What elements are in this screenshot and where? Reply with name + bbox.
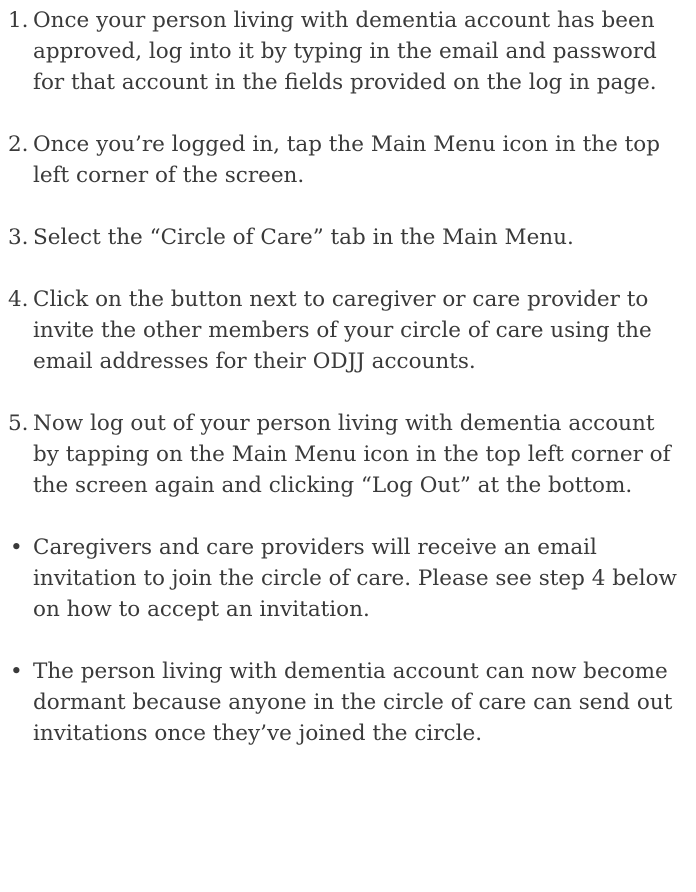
step-2: 2. Once you’re logged in, tap the Main M… [8, 129, 684, 191]
step-number: 4. [8, 287, 29, 312]
step-number: 5. [8, 411, 29, 436]
bullet-marker: • [10, 659, 23, 684]
step-text: Click on the button next to caregiver or… [33, 287, 652, 374]
step-number: 1. [8, 8, 29, 33]
step-number: 3. [8, 225, 29, 250]
step-number: 2. [8, 132, 29, 157]
step-1: 1. Once your person living with dementia… [8, 5, 684, 98]
bullet-marker: • [10, 535, 23, 560]
note-text: Caregivers and care providers will recei… [33, 535, 677, 622]
step-text: Now log out of your person living with d… [33, 411, 671, 498]
step-text: Once your person living with dementia ac… [33, 8, 657, 95]
note-text: The person living with dementia account … [33, 659, 673, 746]
step-text: Once you’re logged in, tap the Main Menu… [33, 132, 660, 188]
instructions-page: 1. Once your person living with dementia… [0, 0, 696, 892]
note-2: • The person living with dementia accoun… [8, 656, 684, 749]
step-5: 5. Now log out of your person living wit… [8, 408, 684, 501]
step-4: 4. Click on the button next to caregiver… [8, 284, 684, 377]
step-text: Select the “Circle of Care” tab in the M… [33, 225, 574, 250]
note-1: • Caregivers and care providers will rec… [8, 532, 684, 625]
step-3: 3. Select the “Circle of Care” tab in th… [8, 222, 684, 253]
